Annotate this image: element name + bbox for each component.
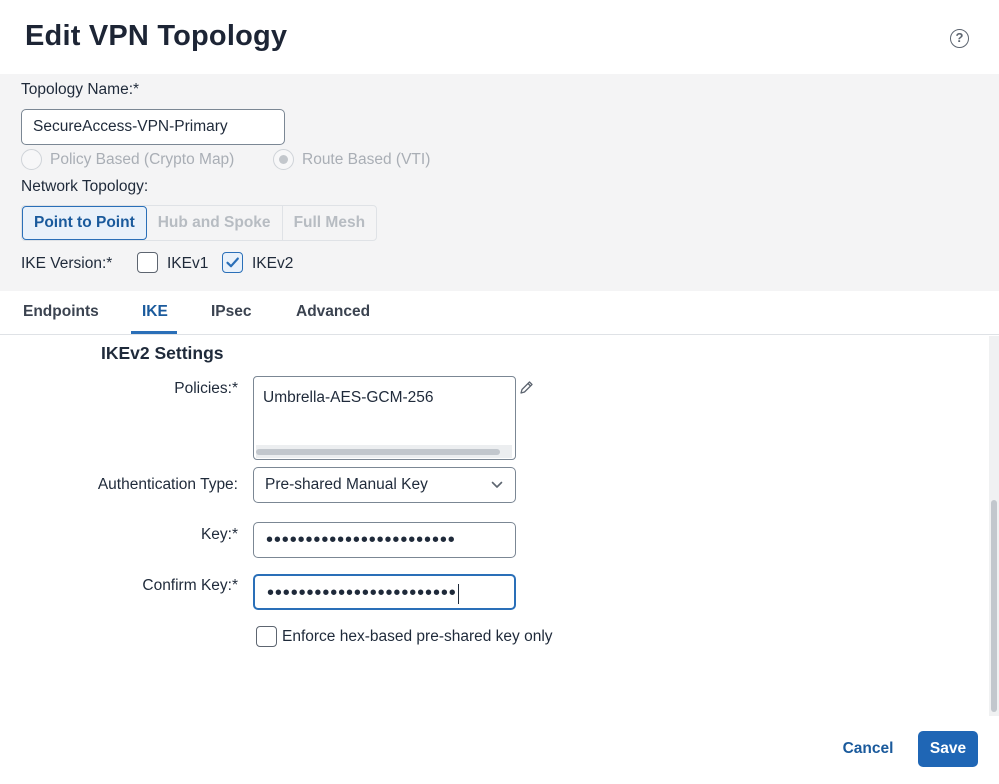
- confirm-key-label: Confirm Key:*: [142, 577, 238, 594]
- ikev1-checkbox[interactable]: [137, 252, 158, 273]
- key-label: Key:*: [200, 526, 238, 543]
- topology-general-section: Topology Name:* Policy Based (Crypto Map…: [0, 74, 999, 291]
- ike-tab-panel: IKEv2 Settings Policies:* Umbrella-AES-G…: [0, 336, 989, 716]
- route-based-radio[interactable]: [273, 149, 294, 170]
- scrollbar-thumb[interactable]: [991, 500, 997, 712]
- active-tab-indicator: [131, 331, 177, 334]
- tab-ike[interactable]: IKE: [142, 303, 168, 321]
- save-button[interactable]: Save: [918, 731, 978, 767]
- enforce-hex-label: Enforce hex-based pre-shared key only: [282, 628, 553, 645]
- hub-and-spoke-option[interactable]: Hub and Spoke: [147, 206, 283, 240]
- ikev2-settings-title: IKEv2 Settings: [101, 343, 224, 363]
- full-mesh-option[interactable]: Full Mesh: [283, 206, 376, 240]
- key-mask: ••••••••••••••••••••••••: [266, 529, 456, 551]
- content-vertical-scrollbar[interactable]: [989, 336, 999, 716]
- topology-name-input[interactable]: [21, 109, 285, 145]
- policies-label: Policies:*: [174, 380, 238, 397]
- enforce-hex-checkbox[interactable]: [256, 626, 277, 647]
- network-topology-label: Network Topology:: [21, 178, 149, 195]
- edit-pencil-icon[interactable]: [519, 380, 534, 395]
- confirm-key-input[interactable]: ••••••••••••••••••••••••: [253, 574, 516, 610]
- ikev2-label: IKEv2: [252, 255, 294, 272]
- route-based-label: Route Based (VTI): [302, 151, 431, 168]
- help-icon[interactable]: ?: [950, 29, 969, 48]
- checkmark-icon: [226, 257, 239, 268]
- policies-horizontal-scrollbar[interactable]: [256, 445, 512, 458]
- authentication-type-select[interactable]: Pre-shared Manual Key: [253, 467, 516, 503]
- tab-endpoints[interactable]: Endpoints: [23, 303, 99, 321]
- dialog-footer: Cancel Save: [0, 716, 999, 784]
- dialog-header: Edit VPN Topology ?: [0, 0, 999, 74]
- text-cursor: [457, 583, 460, 604]
- policy-item[interactable]: Umbrella-AES-GCM-256: [263, 389, 434, 407]
- tab-advanced[interactable]: Advanced: [296, 303, 370, 321]
- cancel-button[interactable]: Cancel: [831, 731, 905, 767]
- ikev2-checkbox[interactable]: [222, 252, 243, 273]
- edit-vpn-topology-dialog: Edit VPN Topology ? Topology Name:* Poli…: [0, 0, 999, 784]
- authentication-type-value: Pre-shared Manual Key: [265, 476, 428, 493]
- ike-version-label: IKE Version:*: [21, 255, 113, 272]
- confirm-key-mask: ••••••••••••••••••••••••: [267, 582, 457, 604]
- authentication-type-label: Authentication Type:: [97, 476, 238, 493]
- chevron-down-icon: [491, 481, 503, 488]
- policy-based-radio[interactable]: [21, 149, 42, 170]
- topology-name-label: Topology Name:*: [21, 81, 140, 98]
- policies-listbox[interactable]: Umbrella-AES-GCM-256: [253, 376, 516, 460]
- dialog-title: Edit VPN Topology: [25, 20, 288, 52]
- tab-ipsec[interactable]: IPsec: [211, 303, 252, 321]
- policy-based-label: Policy Based (Crypto Map): [50, 151, 235, 168]
- point-to-point-option[interactable]: Point to Point: [22, 206, 147, 240]
- key-input[interactable]: ••••••••••••••••••••••••: [253, 522, 516, 558]
- network-topology-selector: Point to Point Hub and Spoke Full Mesh: [21, 205, 378, 241]
- topology-tabs: Endpoints IKE IPsec Advanced: [0, 291, 999, 335]
- ikev1-label: IKEv1: [167, 255, 209, 272]
